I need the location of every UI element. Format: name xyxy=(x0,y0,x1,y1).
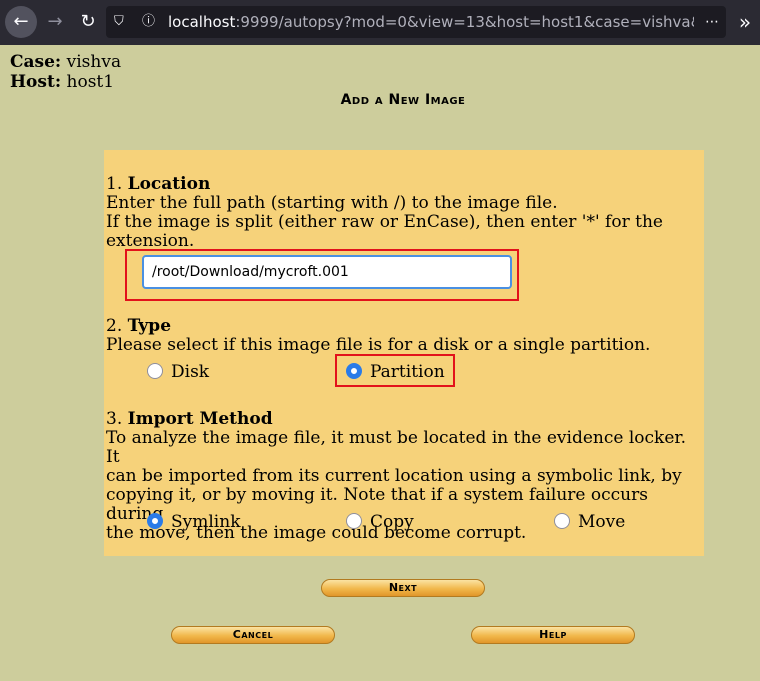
url-text[interactable]: localhost:9999/autopsy?mod=0&view=13&hos… xyxy=(168,6,694,38)
symlink-radio[interactable] xyxy=(147,513,163,529)
partition-label: Partition xyxy=(370,362,445,382)
back-icon[interactable]: ← xyxy=(5,6,37,38)
location-heading: Location xyxy=(127,174,211,194)
host-label: Host: xyxy=(10,72,62,92)
copy-label: Copy xyxy=(370,512,414,532)
image-path-input[interactable]: /root/Download/mycroft.001 xyxy=(142,255,512,289)
browser-toolbar: ← → ↻ ⛉ ⓘ localhost:9999/autopsy?mod=0&v… xyxy=(0,0,760,45)
copy-radio[interactable] xyxy=(346,513,362,529)
overflow-menu-icon[interactable]: » xyxy=(734,10,756,34)
import-help-1: To analyze the image file, it must be lo… xyxy=(106,428,687,467)
type-number: 2. xyxy=(106,316,123,336)
move-radio[interactable] xyxy=(554,513,570,529)
type-description: Please select if this image file is for … xyxy=(106,335,651,355)
location-number: 1. xyxy=(106,174,123,194)
partition-radio[interactable] xyxy=(346,363,362,379)
type-heading: Type xyxy=(127,316,172,336)
case-value: vishva xyxy=(66,52,122,72)
next-button[interactable]: Next xyxy=(321,579,485,597)
site-info-icon[interactable]: ⓘ xyxy=(142,12,158,32)
import-help-2: can be imported from its current locatio… xyxy=(106,466,682,486)
reload-icon[interactable]: ↻ xyxy=(72,6,104,38)
forward-icon[interactable]: → xyxy=(39,6,71,38)
url-host: localhost xyxy=(168,13,236,31)
import-heading: Import Method xyxy=(127,409,273,429)
location-section: 1. Location Enter the full path (startin… xyxy=(106,175,663,251)
page-actions-icon[interactable]: ⋯ xyxy=(702,12,722,32)
symlink-label: Symlink xyxy=(171,512,241,532)
host-value: host1 xyxy=(66,72,115,92)
type-section: 2. Type Please select if this image file… xyxy=(106,317,650,355)
import-number: 3. xyxy=(106,409,123,429)
case-info: Case: vishva Host: host1 xyxy=(10,52,121,92)
case-label: Case: xyxy=(10,52,62,72)
disk-radio[interactable] xyxy=(147,363,163,379)
location-help-1: Enter the full path (starting with /) to… xyxy=(106,193,558,213)
cancel-button[interactable]: Cancel xyxy=(171,626,335,644)
shield-icon[interactable]: ⛉ xyxy=(114,12,130,32)
url-path: :9999/autopsy?mod=0&view=13&host=host1&c… xyxy=(235,13,694,31)
move-label: Move xyxy=(578,512,626,532)
disk-label: Disk xyxy=(171,362,210,382)
url-bar[interactable]: ⛉ ⓘ localhost:9999/autopsy?mod=0&view=13… xyxy=(106,6,726,38)
add-image-form: 1. Location Enter the full path (startin… xyxy=(104,150,704,556)
location-help-2: If the image is split (either raw or EnC… xyxy=(106,212,663,232)
page-title: Add a New Image xyxy=(340,92,466,108)
help-button[interactable]: Help xyxy=(471,626,635,644)
